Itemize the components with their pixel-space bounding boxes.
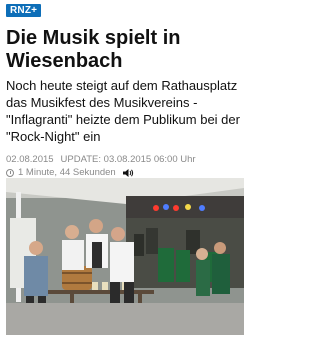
article-headline: Die Musik spielt in Wiesenbach <box>6 27 181 72</box>
updated-date: UPDATE: 03.08.2015 06:00 Uhr <box>60 154 196 165</box>
article-teaser: Noch heute steigt auf dem Rathausplatz d… <box>6 78 240 144</box>
article-photo[interactable] <box>6 178 244 335</box>
article-meta: 02.08.2015 UPDATE: 03.08.2015 06:00 Uhr … <box>6 154 246 179</box>
clock-icon <box>6 169 14 177</box>
brand-logo[interactable]: RNZ+ <box>6 4 42 17</box>
speaker-icon[interactable] <box>122 168 134 178</box>
published-date: 02.08.2015 <box>6 154 54 165</box>
photo-scene <box>6 178 244 335</box>
